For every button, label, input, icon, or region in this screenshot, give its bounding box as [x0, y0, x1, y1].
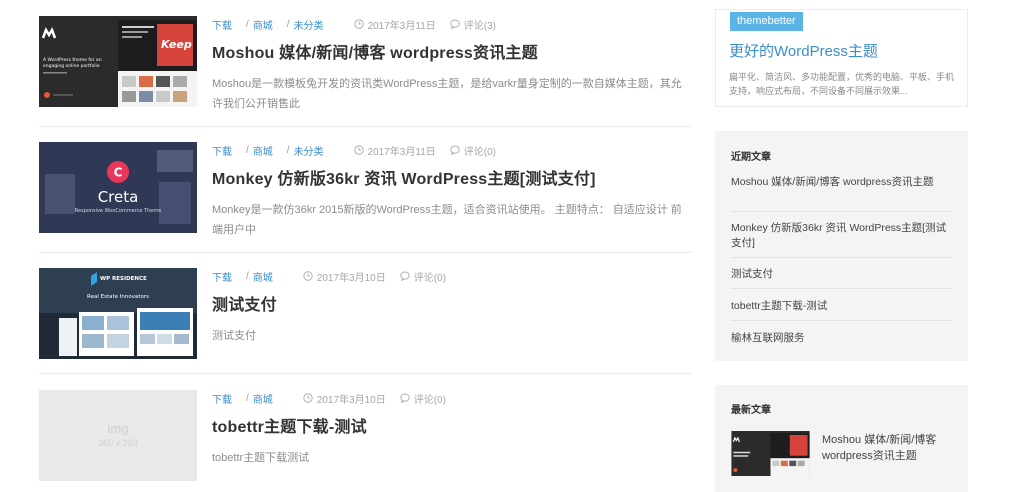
- widget-title: 最新文章: [731, 405, 771, 416]
- svg-text:C: C: [114, 166, 123, 180]
- post-item: A WordPress theme for an engaging online…: [39, 16, 692, 126]
- post-comments[interactable]: 评论(0): [400, 391, 446, 406]
- widget-title: 近期文章: [731, 152, 771, 163]
- promo-widget[interactable]: themebetter 更好的WordPress主题 扁平化、简洁风、多功能配置…: [715, 9, 968, 107]
- post-excerpt: Monkey是一款仿36kr 2015新版的WordPress主题，适合资讯站使…: [212, 204, 682, 236]
- post-title[interactable]: 测试支付: [212, 291, 277, 315]
- latest-post-thumbnail[interactable]: [731, 431, 810, 476]
- category-separator: /: [246, 18, 249, 30]
- category-separator: /: [286, 144, 290, 156]
- post-comments-text: 评论(0): [463, 146, 496, 158]
- post-date-text: 2017年3月10日: [316, 394, 386, 406]
- recent-posts-widget: 近期文章 Moshou 媒体/新闻/博客 wordpress资讯主题 Monke…: [715, 131, 968, 361]
- post-title[interactable]: Monkey 仿新版36kr 资讯 WordPress主题[测试支付]: [212, 165, 596, 189]
- svg-text:engaging online portfolio: engaging online portfolio: [43, 63, 100, 69]
- post-thumbnail[interactable]: A WordPress theme for an engaging online…: [39, 16, 197, 107]
- category-separator: /: [286, 18, 290, 30]
- latest-post-thumbnail-image: [731, 431, 810, 476]
- promo-tag: themebetter: [730, 12, 803, 31]
- post-meta: 下载 / 商城 / 未分类 2017年3月11日 评论(3): [212, 16, 496, 32]
- category-link[interactable]: 下载: [212, 17, 232, 32]
- promo-title[interactable]: 更好的WordPress主题: [729, 40, 878, 61]
- post-divider: [39, 252, 692, 253]
- category-link[interactable]: 未分类: [294, 17, 324, 32]
- clock-icon: [353, 145, 364, 155]
- comment-icon: [450, 19, 460, 29]
- recent-post-link[interactable]: 测试支付: [731, 267, 953, 282]
- clock-icon: [303, 271, 313, 281]
- category-separator: /: [246, 270, 249, 282]
- post-divider: [39, 126, 692, 127]
- svg-text:Keep: Keep: [161, 38, 192, 51]
- widget-divider: [731, 211, 953, 212]
- post-title[interactable]: Moshou 媒体/新闻/博客 wordpress资讯主题: [212, 39, 538, 63]
- post-comments[interactable]: 评论(0): [400, 269, 446, 284]
- post-date-text: 2017年3月11日: [367, 146, 436, 158]
- promo-description: 扁平化、简洁风、多功能配置，优秀的电脑、平板、手机支持，响应式布局，不同设备不同…: [729, 72, 955, 96]
- post-excerpt: 测试支付: [212, 330, 256, 342]
- category-separator: /: [246, 392, 249, 404]
- post-excerpt: tobettr主题下载测试: [212, 452, 310, 464]
- latest-post-link[interactable]: Moshou 媒体/新闻/博客 wordpress资讯主题: [822, 432, 956, 464]
- recent-post-link[interactable]: 榆林互联网服务: [731, 331, 953, 346]
- svg-text:Responsive WooCommerce Theme: Responsive WooCommerce Theme: [75, 208, 162, 214]
- post-comments-text: 评论(3): [463, 20, 496, 32]
- post-date: 2017年3月11日: [353, 143, 436, 158]
- widget-divider: [731, 320, 953, 321]
- post-meta: 下载 / 商城 2017年3月10日 评论(0): [212, 390, 446, 406]
- image-placeholder: img 360 x 203: [39, 390, 197, 481]
- category-link[interactable]: 下载: [212, 143, 232, 158]
- category-link[interactable]: 未分类: [294, 143, 324, 158]
- category-link[interactable]: 商城: [253, 143, 273, 158]
- svg-text:A WordPress theme for an: A WordPress theme for an: [43, 57, 102, 63]
- post-title[interactable]: tobettr主题下载-测试: [212, 413, 367, 437]
- creta-thumbnail-image: C Creta Responsive WooCommerce Theme: [39, 142, 197, 233]
- post-date: 2017年3月10日: [303, 269, 386, 284]
- category-separator: /: [246, 144, 249, 156]
- comment-icon: [400, 393, 410, 403]
- recent-post-link[interactable]: Monkey 仿新版36kr 资讯 WordPress主题[测试支付]: [731, 221, 953, 251]
- placeholder-label: img: [107, 421, 129, 436]
- post-meta: 下载 / 商城 / 未分类 2017年3月11日 评论(0): [212, 142, 496, 158]
- category-link[interactable]: 下载: [212, 269, 232, 284]
- category-link[interactable]: 商城: [253, 391, 273, 406]
- post-meta: 下载 / 商城 2017年3月10日 评论(0): [212, 268, 446, 284]
- clock-icon: [303, 393, 313, 403]
- svg-text:Creta: Creta: [98, 188, 139, 206]
- post-item: WP RESIDENCE Real Estate Innovators 下载 /…: [39, 268, 692, 372]
- recent-post-link[interactable]: tobettr主题下载-测试: [731, 299, 953, 314]
- post-item: img 360 x 203 下载 / 商城 2017年3月10日 评论(0) t…: [39, 390, 692, 490]
- widget-divider: [731, 257, 953, 258]
- post-thumbnail[interactable]: C Creta Responsive WooCommerce Theme: [39, 142, 197, 233]
- wpresidence-thumbnail-image: WP RESIDENCE Real Estate Innovators: [39, 268, 197, 359]
- widget-divider: [731, 288, 953, 289]
- category-link[interactable]: 商城: [253, 269, 273, 284]
- svg-text:WP RESIDENCE: WP RESIDENCE: [100, 276, 147, 282]
- post-item: C Creta Responsive WooCommerce Theme 下载 …: [39, 142, 692, 252]
- post-date-text: 2017年3月11日: [367, 20, 436, 32]
- post-divider: [39, 373, 692, 374]
- category-link[interactable]: 商城: [253, 17, 273, 32]
- recent-post-link[interactable]: Moshou 媒体/新闻/博客 wordpress资讯主题: [731, 175, 953, 190]
- post-comments-text: 评论(0): [413, 394, 446, 406]
- moshou-thumbnail-image: A WordPress theme for an engaging online…: [39, 16, 197, 107]
- comment-icon: [450, 145, 460, 155]
- placeholder-size: 360 x 203: [98, 438, 138, 448]
- post-date: 2017年3月11日: [353, 17, 436, 32]
- category-link[interactable]: 下载: [212, 391, 232, 406]
- comment-icon: [400, 271, 410, 281]
- svg-text:Real Estate Innovators: Real Estate Innovators: [87, 294, 149, 300]
- clock-icon: [353, 19, 364, 29]
- post-comments[interactable]: 评论(0): [450, 143, 496, 158]
- post-comments-text: 评论(0): [413, 272, 446, 284]
- post-date-text: 2017年3月10日: [316, 272, 386, 284]
- post-thumbnail[interactable]: img 360 x 203: [39, 390, 197, 481]
- post-excerpt: Moshou是一款模板兔开发的资讯类WordPress主题，是给varkr量身定…: [212, 78, 682, 110]
- post-comments[interactable]: 评论(3): [450, 17, 496, 32]
- post-date: 2017年3月10日: [303, 391, 386, 406]
- post-thumbnail[interactable]: WP RESIDENCE Real Estate Innovators: [39, 268, 197, 359]
- latest-posts-widget: 最新文章 Moshou 媒体/新闻/博客 wordpress资讯主题: [715, 385, 968, 492]
